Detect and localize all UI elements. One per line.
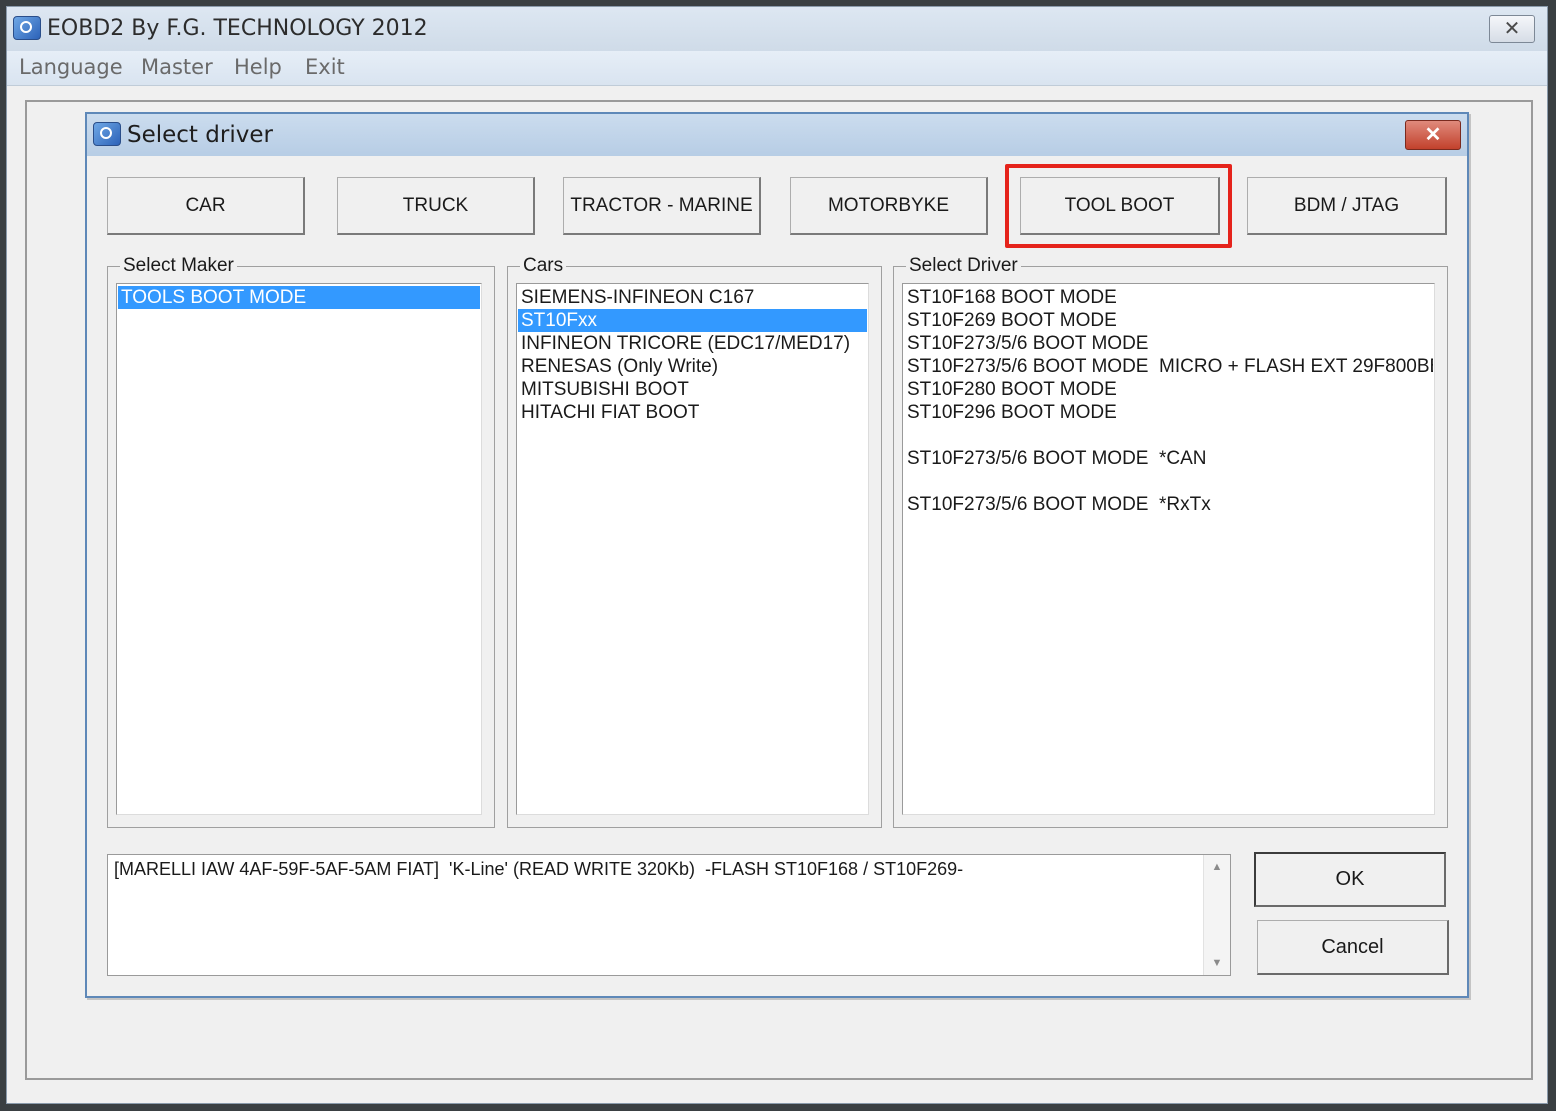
car-item-selected[interactable]: ST10Fxx: [518, 309, 867, 332]
cancel-button[interactable]: Cancel: [1257, 920, 1449, 975]
scroll-up-icon[interactable]: ▲: [1204, 861, 1230, 873]
driver-item[interactable]: ST10F269 BOOT MODE: [904, 309, 1433, 332]
driver-item-blank: [904, 424, 1433, 447]
car-item[interactable]: RENESAS (Only Write): [518, 355, 867, 378]
dialog-title: Select driver: [127, 122, 273, 148]
driver-item[interactable]: ST10F273/5/6 BOOT MODE MICRO + FLASH EXT…: [904, 355, 1433, 378]
select-maker-label: Select Maker: [120, 255, 237, 277]
driver-item[interactable]: ST10F273/5/6 BOOT MODE *CAN: [904, 447, 1433, 470]
menubar: Language Master Help Exit: [7, 51, 1547, 86]
category-motorbyke-button[interactable]: MOTORBYKE: [790, 177, 988, 235]
window-title: EOBD2 By F.G. TECHNOLOGY 2012: [47, 16, 428, 41]
ok-button[interactable]: OK: [1254, 852, 1446, 907]
cars-label: Cars: [520, 255, 567, 277]
maker-item-tools-boot-mode[interactable]: TOOLS BOOT MODE: [118, 286, 480, 309]
app-icon: [13, 16, 41, 40]
car-item[interactable]: MITSUBISHI BOOT: [518, 378, 867, 401]
select-driver-group: Select Driver ST10F168 BOOT MODE ST10F26…: [893, 255, 1448, 828]
menu-master[interactable]: Master: [141, 55, 213, 79]
menu-language[interactable]: Language: [19, 55, 123, 79]
select-maker-group: Select Maker TOOLS BOOT MODE: [107, 255, 495, 828]
tool-boot-highlight: [1005, 164, 1232, 248]
driver-item[interactable]: ST10F280 BOOT MODE: [904, 378, 1433, 401]
scroll-down-icon[interactable]: ▼: [1204, 957, 1230, 969]
maker-listbox[interactable]: TOOLS BOOT MODE: [116, 283, 482, 815]
menu-help[interactable]: Help: [234, 55, 282, 79]
driver-listbox[interactable]: ST10F168 BOOT MODE ST10F269 BOOT MODE ST…: [902, 283, 1435, 815]
menu-exit[interactable]: Exit: [305, 55, 345, 79]
driver-item[interactable]: ST10F168 BOOT MODE: [904, 286, 1433, 309]
driver-description-text: [MARELLI IAW 4AF-59F-5AF-5AM FIAT] 'K-Li…: [114, 859, 964, 879]
category-car-button[interactable]: CAR: [107, 177, 305, 235]
category-bdm-jtag-button[interactable]: BDM / JTAG: [1247, 177, 1447, 235]
dialog-titlebar: Select driver ✕: [87, 114, 1467, 156]
dialog-close-button[interactable]: ✕: [1405, 120, 1461, 150]
category-truck-button[interactable]: TRUCK: [337, 177, 535, 235]
cars-listbox[interactable]: SIEMENS-INFINEON C167 ST10Fxx INFINEON T…: [516, 283, 869, 815]
dialog-icon: [93, 122, 121, 146]
cars-group: Cars SIEMENS-INFINEON C167 ST10Fxx INFIN…: [507, 255, 882, 828]
select-driver-label: Select Driver: [906, 255, 1021, 277]
driver-item[interactable]: ST10F296 BOOT MODE: [904, 401, 1433, 424]
car-item[interactable]: HITACHI FIAT BOOT: [518, 401, 867, 424]
car-item[interactable]: SIEMENS-INFINEON C167: [518, 286, 867, 309]
select-driver-dialog: Select driver ✕ CAR TRUCK TRACTOR - MARI…: [85, 112, 1469, 998]
driver-item-blank: [904, 470, 1433, 493]
car-item[interactable]: INFINEON TRICORE (EDC17/MED17): [518, 332, 867, 355]
driver-item[interactable]: ST10F273/5/6 BOOT MODE *RxTx: [904, 493, 1433, 516]
description-scrollbar[interactable]: ▲ ▼: [1203, 855, 1230, 975]
window-close-button[interactable]: ✕: [1489, 15, 1535, 43]
category-tractor-marine-button[interactable]: TRACTOR - MARINE: [563, 177, 761, 235]
driver-description-textarea[interactable]: [MARELLI IAW 4AF-59F-5AF-5AM FIAT] 'K-Li…: [107, 854, 1231, 976]
main-titlebar: EOBD2 By F.G. TECHNOLOGY 2012 ✕: [7, 7, 1547, 51]
driver-item[interactable]: ST10F273/5/6 BOOT MODE: [904, 332, 1433, 355]
